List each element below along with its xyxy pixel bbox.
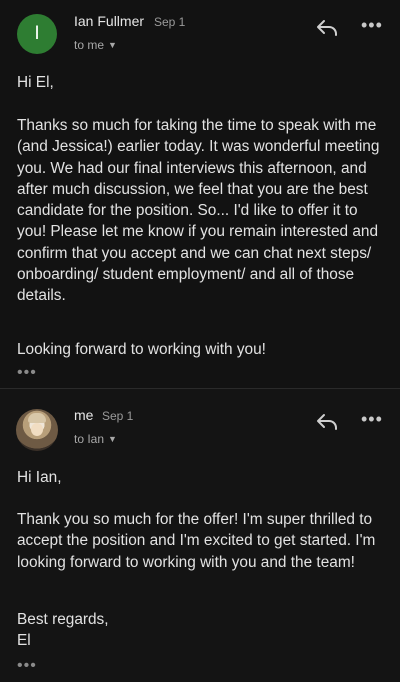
email-message[interactable]: me Sep 1 to Ian ▼ ••• Hi Ian, Thank you … xyxy=(0,389,400,682)
chevron-down-icon: ▼ xyxy=(108,40,117,50)
email-closing: Looking forward to working with you! xyxy=(17,341,266,358)
recipient-details-toggle[interactable]: to Ian ▼ xyxy=(74,432,117,446)
avatar-letter: I xyxy=(34,23,40,44)
sender-name[interactable]: me xyxy=(74,407,93,423)
show-trimmed-content-button[interactable]: ••• xyxy=(17,364,37,382)
message-date: Sep 1 xyxy=(154,15,186,29)
more-options-icon[interactable]: ••• xyxy=(361,409,383,430)
show-trimmed-content-button[interactable]: ••• xyxy=(17,657,37,675)
email-greeting: Hi Ian, xyxy=(17,469,62,486)
email-body-paragraph: Thank you so much for the offer! I'm sup… xyxy=(17,511,376,571)
chevron-down-icon: ▼ xyxy=(108,434,117,444)
email-body-paragraph: Thanks so much for taking the time to sp… xyxy=(17,117,380,305)
recipient-label: to Ian xyxy=(74,432,105,446)
more-options-icon[interactable]: ••• xyxy=(361,15,383,36)
sender-name[interactable]: Ian Fullmer xyxy=(74,13,144,29)
sender-avatar[interactable]: I xyxy=(17,14,57,54)
reply-icon[interactable] xyxy=(316,413,338,431)
message-date: Sep 1 xyxy=(102,409,134,423)
avatar-face-shape xyxy=(31,423,43,436)
email-closing: Best regards, El xyxy=(17,611,109,650)
user-avatar-photo[interactable] xyxy=(16,409,58,451)
email-message[interactable]: I Ian Fullmer Sep 1 to me ▼ ••• Hi El, T… xyxy=(0,0,400,388)
avatar-hat-shape xyxy=(28,413,46,423)
recipient-label: to me xyxy=(74,38,105,52)
recipient-details-toggle[interactable]: to me ▼ xyxy=(74,38,117,52)
email-greeting: Hi El, xyxy=(17,74,54,91)
reply-icon[interactable] xyxy=(316,19,338,37)
